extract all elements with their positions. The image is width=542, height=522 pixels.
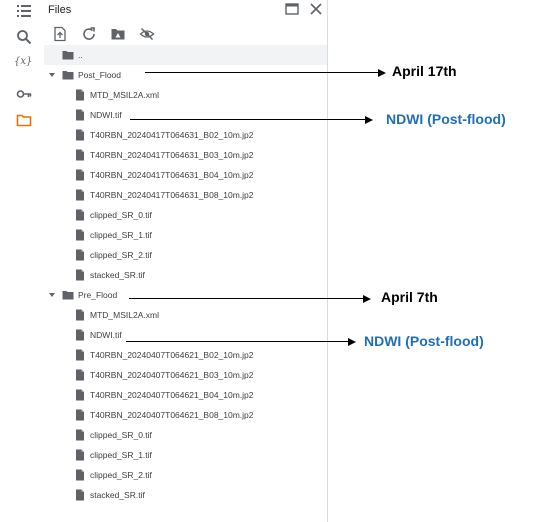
file-label: T40RBN_20240407T064621_B03_10m.jp2 xyxy=(90,370,254,380)
file-label: T40RBN_20240407T064621_B02_10m.jp2 xyxy=(90,350,254,360)
file-row[interactable]: stacked_SR.tif xyxy=(44,485,327,505)
folder-row[interactable]: Post_Flood xyxy=(44,65,327,85)
file-label: clipped_SR_2.tif xyxy=(90,470,152,480)
file-row[interactable]: clipped_SR_1.tif xyxy=(44,225,327,245)
annotation-line xyxy=(129,298,363,299)
file-row[interactable]: MTD_MSIL2A.xml xyxy=(44,85,327,105)
file-icon xyxy=(76,349,84,361)
search-icon[interactable] xyxy=(16,29,32,45)
file-icon xyxy=(76,429,84,441)
annotation-label: April 7th xyxy=(381,289,438,305)
annotation-line xyxy=(130,119,365,120)
file-row[interactable]: T40RBN_20240407T064621_B02_10m.jp2 xyxy=(44,345,327,365)
side-rail: {x} xyxy=(0,0,44,522)
file-row[interactable]: T40RBN_20240407T064621_B03_10m.jp2 xyxy=(44,365,327,385)
file-icon xyxy=(76,389,84,401)
drive-icon[interactable] xyxy=(110,26,126,42)
upload-icon[interactable] xyxy=(52,26,68,42)
file-label: clipped_SR_0.tif xyxy=(90,430,152,440)
file-icon xyxy=(76,109,84,121)
file-label: T40RBN_20240407T064621_B04_10m.jp2 xyxy=(90,390,254,400)
arrow-head-icon xyxy=(378,68,386,77)
file-row[interactable]: NDWI.tif xyxy=(44,105,327,125)
chevron-down-icon[interactable] xyxy=(48,291,56,299)
file-label: clipped_SR_1.tif xyxy=(90,450,152,460)
annotation-line xyxy=(145,72,378,73)
arrow-head-icon xyxy=(365,115,373,124)
file-label: MTD_MSIL2A.xml xyxy=(90,90,159,100)
panel-title: Files xyxy=(48,4,72,16)
files-panel: Files .. Post_Flood MTD_MSIL2A.xml NDWI.… xyxy=(44,0,328,522)
file-icon xyxy=(76,309,84,321)
folder-icon[interactable] xyxy=(16,112,32,128)
file-icon xyxy=(76,449,84,461)
file-row[interactable]: clipped_SR_1.tif xyxy=(44,445,327,465)
file-row[interactable]: T40RBN_20240407T064621_B08_10m.jp2 xyxy=(44,405,327,425)
parent-directory-label: .. xyxy=(78,50,83,60)
file-icon xyxy=(76,189,84,201)
annotation-label: NDWI (Post-flood) xyxy=(364,333,484,349)
file-label: T40RBN_20240417T064631_B04_10m.jp2 xyxy=(90,170,254,180)
key-icon[interactable] xyxy=(16,86,32,102)
list-icon[interactable] xyxy=(16,3,32,19)
file-icon xyxy=(76,409,84,421)
file-label: clipped_SR_2.tif xyxy=(90,250,152,260)
hide-icon[interactable] xyxy=(139,26,155,42)
file-row[interactable]: clipped_SR_2.tif xyxy=(44,245,327,265)
open-in-new-window-icon[interactable] xyxy=(284,1,300,17)
file-row[interactable]: T40RBN_20240417T064631_B04_10m.jp2 xyxy=(44,165,327,185)
refresh-icon[interactable] xyxy=(81,26,97,42)
file-label: T40RBN_20240417T064631_B03_10m.jp2 xyxy=(90,150,254,160)
file-icon xyxy=(76,149,84,161)
close-icon[interactable] xyxy=(308,1,324,17)
arrow-head-icon xyxy=(348,337,356,346)
folder-icon xyxy=(62,71,74,80)
file-label: stacked_SR.tif xyxy=(90,270,145,280)
file-label: MTD_MSIL2A.xml xyxy=(90,310,159,320)
file-row[interactable]: clipped_SR_2.tif xyxy=(44,465,327,485)
file-row[interactable]: clipped_SR_0.tif xyxy=(44,205,327,225)
annotation-line xyxy=(126,341,348,342)
file-label: T40RBN_20240417T064631_B08_10m.jp2 xyxy=(90,190,254,200)
parent-directory-row[interactable]: .. xyxy=(44,45,327,65)
file-row[interactable]: T40RBN_20240417T064631_B08_10m.jp2 xyxy=(44,185,327,205)
file-label: stacked_SR.tif xyxy=(90,490,145,500)
file-icon xyxy=(76,269,84,281)
file-icon xyxy=(76,369,84,381)
file-row[interactable]: NDWI.tif xyxy=(44,325,327,345)
file-icon xyxy=(76,169,84,181)
file-icon xyxy=(76,489,84,501)
file-label: clipped_SR_0.tif xyxy=(90,210,152,220)
file-icon xyxy=(76,89,84,101)
file-label: T40RBN_20240417T064631_B02_10m.jp2 xyxy=(90,130,254,140)
file-icon xyxy=(76,329,84,341)
file-row[interactable]: clipped_SR_0.tif xyxy=(44,425,327,445)
arrow-head-icon xyxy=(363,294,371,303)
file-row[interactable]: T40RBN_20240407T064621_B04_10m.jp2 xyxy=(44,385,327,405)
folder-row[interactable]: Pre_Flood xyxy=(44,285,327,305)
file-label: NDWI.tif xyxy=(90,330,122,340)
file-row[interactable]: T40RBN_20240417T064631_B02_10m.jp2 xyxy=(44,125,327,145)
folder-icon xyxy=(62,291,74,300)
file-icon xyxy=(76,209,84,221)
file-icon xyxy=(76,129,84,141)
variables-icon[interactable]: {x} xyxy=(14,56,36,72)
folder-label: Pre_Flood xyxy=(78,290,118,300)
file-row[interactable]: T40RBN_20240417T064631_B03_10m.jp2 xyxy=(44,145,327,165)
file-label: clipped_SR_1.tif xyxy=(90,230,152,240)
file-row[interactable]: MTD_MSIL2A.xml xyxy=(44,305,327,325)
folder-icon xyxy=(62,51,74,60)
file-row[interactable]: stacked_SR.tif xyxy=(44,265,327,285)
file-icon xyxy=(76,249,84,261)
folder-label: Post_Flood xyxy=(78,70,121,80)
file-icon xyxy=(76,469,84,481)
file-label: T40RBN_20240407T064621_B08_10m.jp2 xyxy=(90,410,254,420)
annotation-label: April 17th xyxy=(392,63,457,79)
file-label: NDWI.tif xyxy=(90,110,122,120)
chevron-down-icon[interactable] xyxy=(48,71,56,79)
annotation-label: NDWI (Post-flood) xyxy=(386,111,506,127)
file-icon xyxy=(76,229,84,241)
